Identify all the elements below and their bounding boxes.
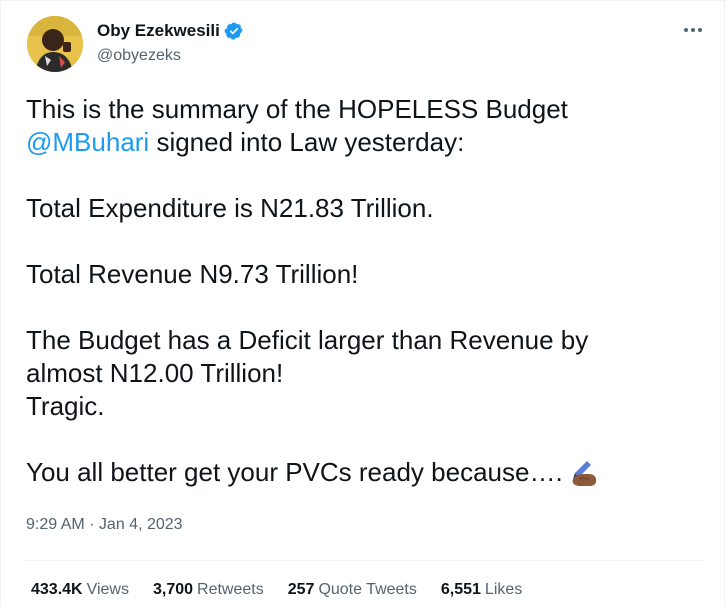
quotes-label: Quote Tweets	[318, 581, 417, 598]
divider	[26, 560, 704, 561]
writing-hand-emoji-icon	[569, 459, 599, 495]
tweet-card: Oby Ezekwesili @obyezeks This is the sum…	[0, 0, 725, 607]
tweet-line-deficit-amount: almost N12.00 Trillion!	[26, 358, 284, 388]
tweet-line-rest: signed into Law yesterday:	[149, 127, 465, 157]
mention-link[interactable]: @MBuhari	[26, 127, 149, 157]
tweet-line-tragic: Tragic.	[26, 391, 105, 421]
views-label: Views	[86, 581, 129, 598]
retweets-stat[interactable]: 3,700 Retweets	[153, 581, 264, 599]
tweet-line-revenue: Total Revenue N9.73 Trillion!	[26, 259, 359, 289]
quotes-count: 257	[287, 581, 315, 598]
views-count: 433.4K	[31, 581, 83, 598]
more-horizontal-icon[interactable]	[682, 21, 704, 42]
tweet-line-closing: You all better get your PVCs ready becau…	[26, 456, 706, 495]
likes-count: 6,551	[440, 581, 481, 598]
quote-tweets-stat[interactable]: 257 Quote Tweets	[288, 581, 417, 599]
verified-badge-icon	[224, 21, 244, 41]
tweet-line-deficit: The Budget has a Deficit larger than Rev…	[26, 325, 589, 355]
tweet-text: This is the summary of the HOPELESS Budg…	[26, 93, 706, 495]
closing-text: You all better get your PVCs ready becau…	[26, 457, 563, 487]
avatar[interactable]	[27, 16, 83, 72]
tweet-timestamp[interactable]: 9:29 AM · Jan 4, 2023	[26, 516, 183, 534]
likes-label: Likes	[484, 581, 523, 598]
retweets-label: Retweets	[197, 581, 264, 598]
author-handle[interactable]: @obyezeks	[97, 47, 181, 65]
tweet-line-expenditure: Total Expenditure is N21.83 Trillion.	[26, 193, 434, 223]
tweet-line: @MBuhari signed into Law yesterday:	[26, 126, 706, 159]
engagement-stats: 433.4K Views 3,700 Retweets 257 Quote Tweet…	[31, 581, 546, 599]
likes-stat[interactable]: 6,551 Likes	[441, 581, 522, 599]
views-stat[interactable]: 433.4K Views	[31, 581, 129, 599]
retweets-count: 3,700	[152, 581, 194, 598]
author-name[interactable]: Oby Ezekwesili	[97, 21, 220, 41]
author-name-row[interactable]: Oby Ezekwesili	[97, 21, 244, 41]
tweet-line: This is the summary of the HOPELESS Budg…	[26, 94, 568, 124]
